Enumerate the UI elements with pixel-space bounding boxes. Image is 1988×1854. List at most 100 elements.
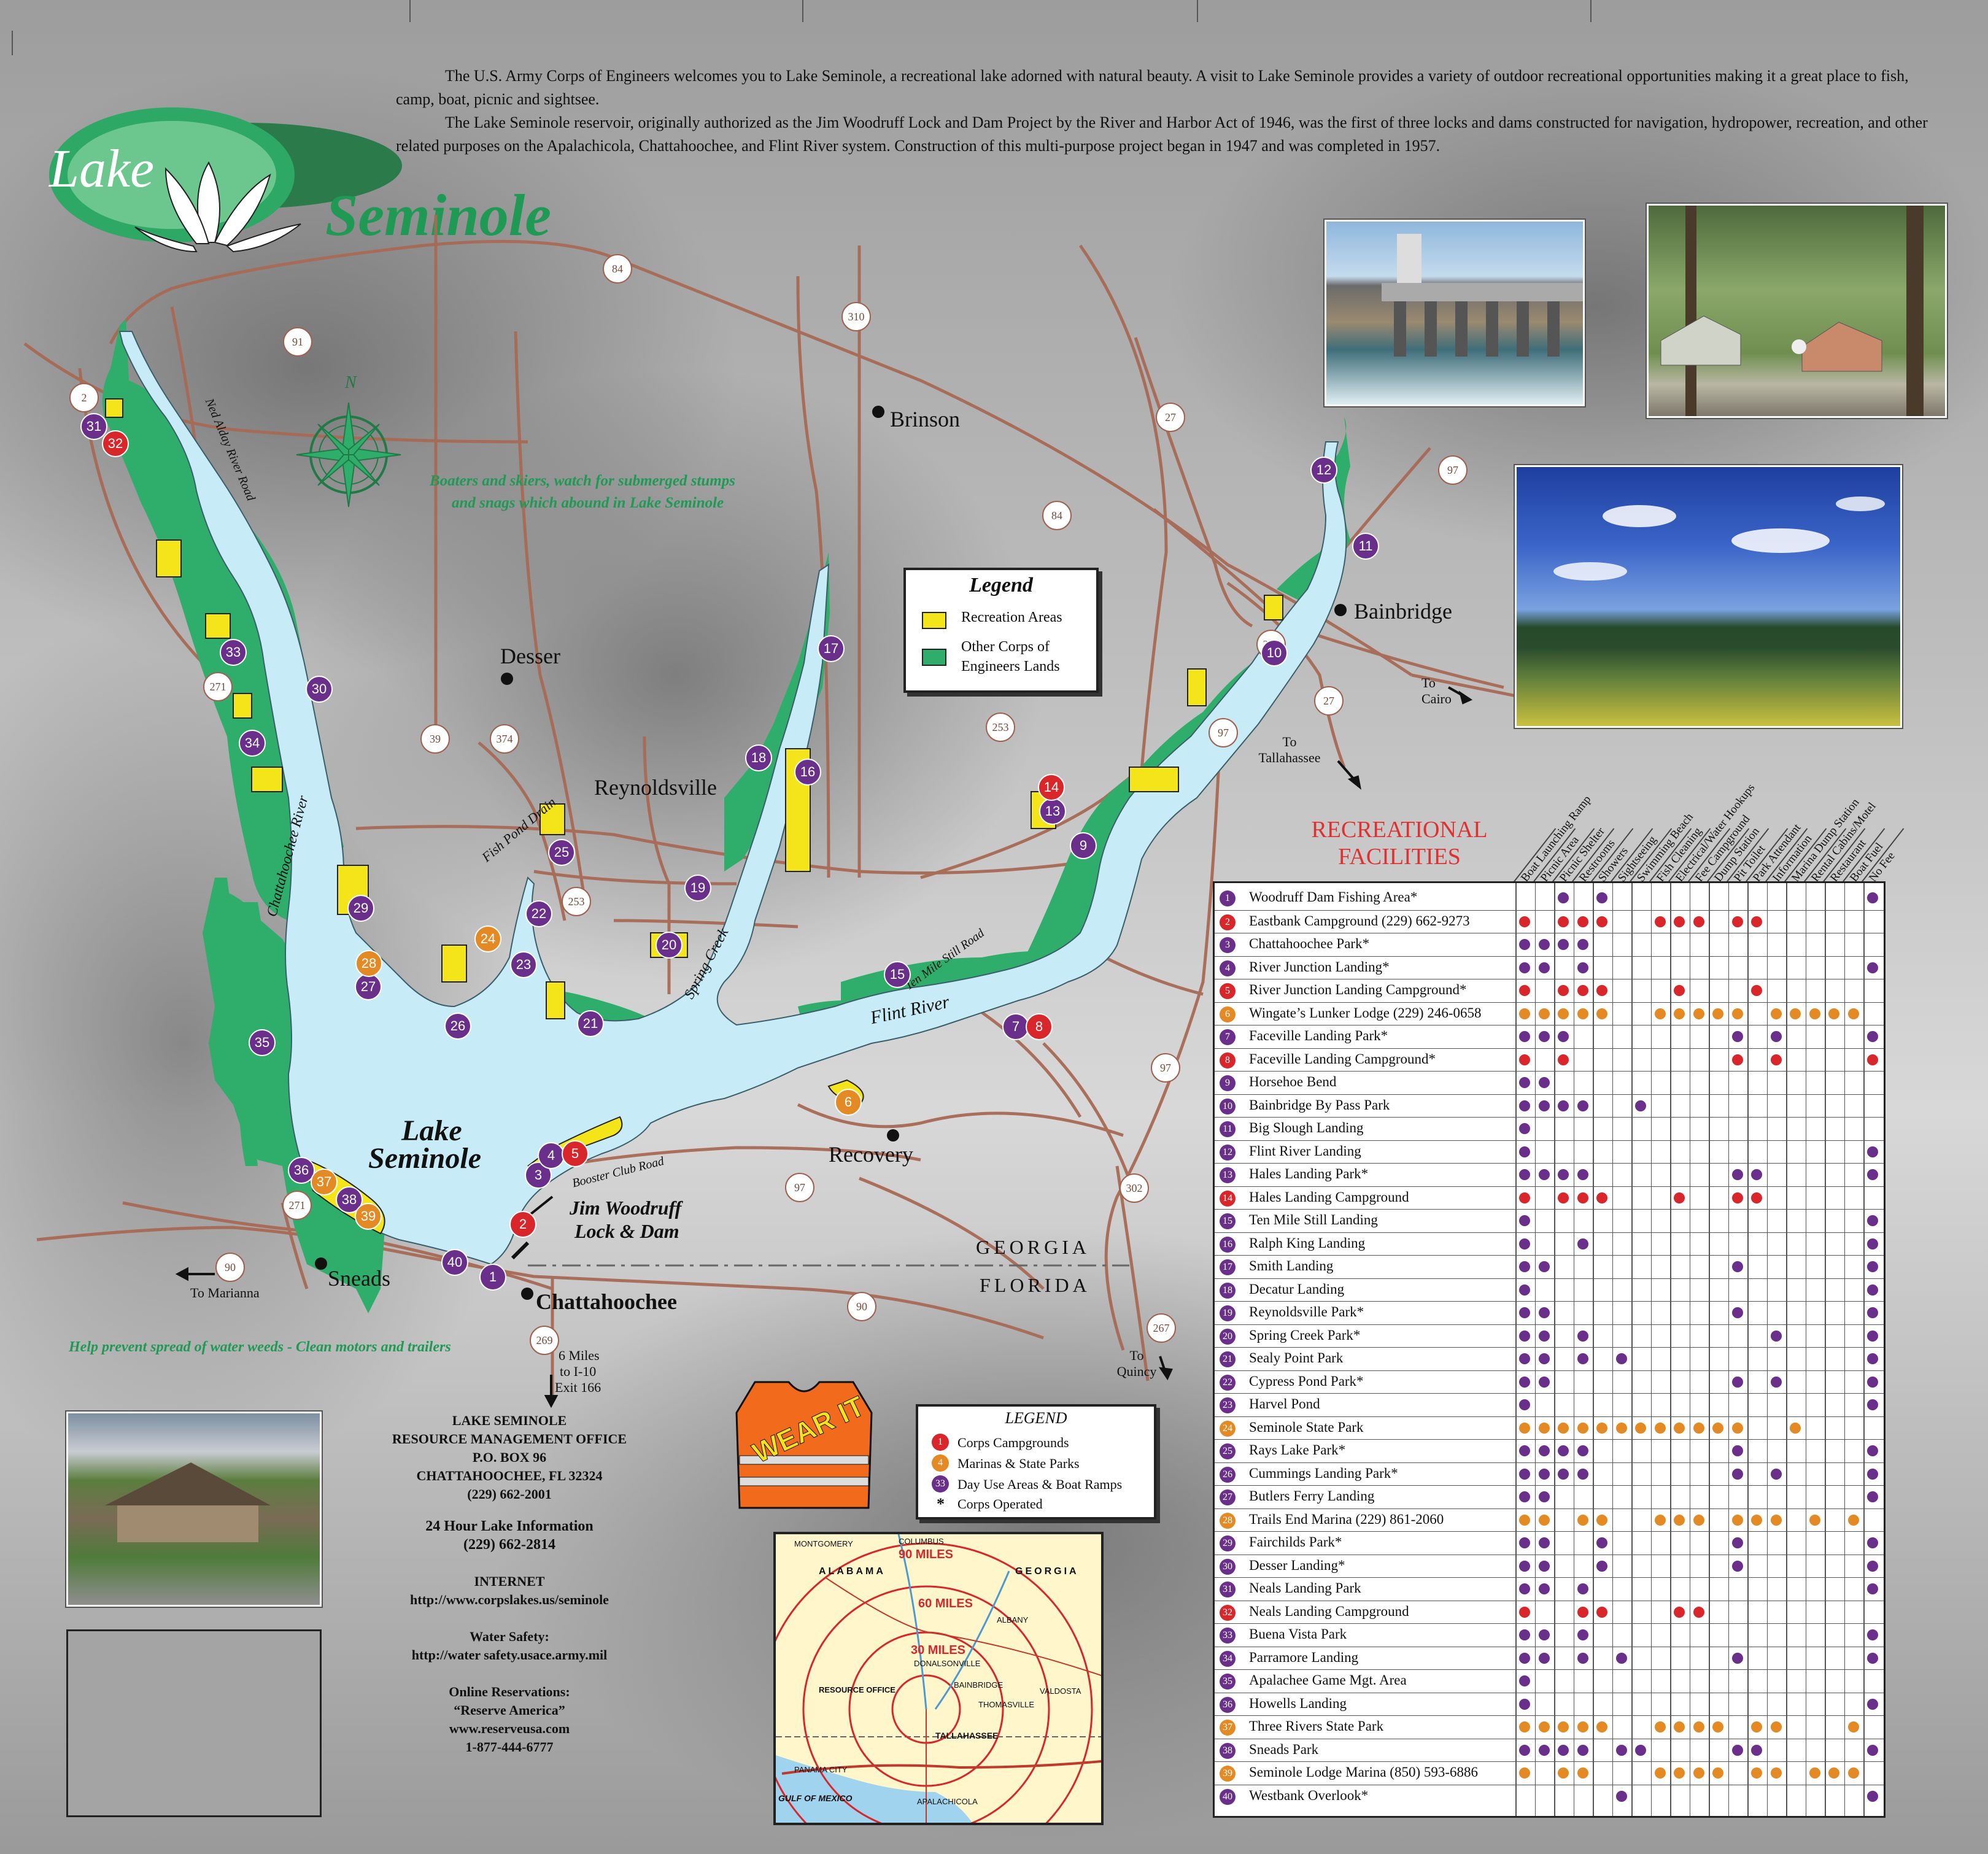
facility-available-dot	[1731, 1468, 1743, 1480]
site-marker-27[interactable]: 27	[355, 973, 382, 1000]
site-marker-20[interactable]: 20	[656, 932, 683, 959]
site-marker-25[interactable]: 25	[548, 839, 575, 866]
facility-available-dot	[1867, 1399, 1878, 1410]
facility-available-dot	[1519, 1376, 1530, 1388]
facility-name: Decatur Landing	[1249, 1281, 1345, 1297]
office-photo	[66, 1412, 322, 1607]
site-marker-21[interactable]: 21	[577, 1010, 604, 1037]
site-marker-33[interactable]: 33	[220, 639, 247, 666]
site-marker-32[interactable]: 32	[102, 430, 129, 457]
facility-available-dot	[1635, 1100, 1646, 1111]
facility-available-dot	[1847, 1514, 1859, 1526]
facility-row-40: 40 Westbank Overlook*	[1215, 1784, 1884, 1809]
facility-available-dot	[1770, 1054, 1782, 1065]
site-marker-12[interactable]: 12	[1310, 457, 1337, 484]
facility-available-dot	[1712, 1767, 1723, 1779]
site-marker-8[interactable]: 8	[1026, 1013, 1053, 1040]
facility-number-badge: 20	[1220, 1328, 1236, 1345]
to-cairo: To Cairo	[1421, 675, 1452, 706]
facility-row-23: 23 Harvel Pond	[1215, 1393, 1884, 1417]
facility-available-dot	[1577, 962, 1588, 973]
facility-available-dot	[1577, 1629, 1588, 1640]
facility-available-dot	[1596, 892, 1607, 903]
facility-name: Desser Landing*	[1249, 1557, 1345, 1573]
site-marker-5[interactable]: 5	[562, 1140, 589, 1167]
facility-available-dot	[1596, 1514, 1607, 1526]
facility-available-dot	[1731, 1445, 1743, 1456]
inset-tallahassee: TALLAHASSEE	[935, 1731, 999, 1740]
highway-shield-39: 39	[420, 724, 450, 754]
facility-available-dot	[1558, 1054, 1569, 1065]
facility-available-dot	[1558, 1721, 1569, 1732]
facility-available-dot	[1519, 1675, 1530, 1686]
site-marker-13[interactable]: 13	[1039, 798, 1066, 825]
site-marker-11[interactable]: 11	[1352, 533, 1379, 560]
facility-available-dot	[1538, 1077, 1550, 1088]
site-marker-9[interactable]: 9	[1070, 832, 1097, 859]
tent-art	[1660, 206, 1924, 416]
facility-available-dot	[1867, 1790, 1878, 1802]
site-marker-23[interactable]: 23	[510, 951, 537, 978]
facility-available-dot	[1558, 1008, 1569, 1019]
site-marker-19[interactable]: 19	[684, 875, 711, 902]
facility-available-dot	[1577, 1583, 1588, 1594]
facility-available-dot	[1558, 939, 1569, 950]
site-marker-18[interactable]: 18	[745, 744, 772, 771]
legend2-title: LEGEND	[1005, 1409, 1067, 1427]
site-marker-29[interactable]: 29	[347, 895, 374, 922]
facility-number-badge: 31	[1220, 1582, 1236, 1597]
site-marker-35[interactable]: 35	[249, 1029, 276, 1056]
site-marker-4[interactable]: 4	[538, 1142, 565, 1169]
facility-available-dot	[1577, 1422, 1588, 1434]
facility-available-dot	[1519, 1307, 1530, 1318]
facility-available-dot	[1577, 1744, 1588, 1756]
highway-shield-97: 97	[1209, 718, 1238, 747]
facility-available-dot	[1519, 985, 1530, 996]
site-marker-24[interactable]: 24	[474, 925, 501, 952]
highway-shield-97: 97	[1151, 1053, 1180, 1083]
asterisk-marker: *	[937, 1495, 945, 1513]
lily-pads-photo	[1515, 465, 1902, 728]
facility-available-dot	[1731, 1560, 1743, 1572]
facility-available-dot	[1519, 939, 1530, 950]
site-marker-22[interactable]: 22	[525, 900, 552, 927]
reservations-name: “Reserve America”	[454, 1702, 565, 1718]
facility-available-dot	[1770, 1721, 1782, 1732]
facility-name: River Junction Landing*	[1249, 959, 1390, 975]
facilities-title-2: FACILITIES	[1338, 844, 1461, 870]
map-legend: Legend Recreation Areas Other Corps of E…	[903, 568, 1099, 693]
facility-available-dot	[1731, 1307, 1743, 1318]
town-sneads: Sneads	[328, 1266, 390, 1291]
facility-name: Hales Landing Campground	[1249, 1189, 1409, 1205]
facility-number-badge: 36	[1220, 1696, 1236, 1713]
site-marker-26[interactable]: 26	[444, 1013, 471, 1040]
site-marker-40[interactable]: 40	[441, 1249, 468, 1276]
site-marker-16[interactable]: 16	[794, 759, 821, 786]
site-marker-1[interactable]: 1	[479, 1264, 506, 1291]
facility-name: Neals Landing Campground	[1249, 1603, 1409, 1619]
highway-shield-91: 91	[283, 327, 312, 357]
facility-row-34: 34 Parramore Landing	[1215, 1646, 1884, 1671]
facility-available-dot	[1558, 892, 1569, 903]
site-marker-6[interactable]: 6	[835, 1089, 862, 1116]
site-marker-15[interactable]: 15	[884, 961, 911, 988]
site-marker-37[interactable]: 37	[311, 1168, 338, 1195]
site-marker-2[interactable]: 2	[509, 1211, 536, 1238]
facility-available-dot	[1635, 1744, 1646, 1756]
site-marker-30[interactable]: 30	[306, 676, 333, 703]
site-marker-10[interactable]: 10	[1261, 639, 1288, 666]
facility-available-dot	[1519, 1721, 1530, 1732]
site-marker-17[interactable]: 17	[818, 635, 845, 662]
site-marker-28[interactable]: 28	[355, 950, 382, 977]
legend-title: Legend	[969, 574, 1033, 597]
facility-number-badge: 21	[1220, 1351, 1236, 1367]
office-line-3: P.O. BOX 96	[472, 1450, 547, 1465]
facility-available-dot	[1577, 1330, 1588, 1342]
facility-name: Ten Mile Still Landing	[1249, 1212, 1378, 1227]
facility-name: Apalachee Game Mgt. Area	[1249, 1672, 1407, 1688]
site-marker-14[interactable]: 14	[1038, 774, 1065, 801]
facility-available-dot	[1847, 1721, 1859, 1732]
facility-available-dot	[1751, 916, 1762, 927]
site-marker-34[interactable]: 34	[239, 730, 266, 757]
site-marker-39[interactable]: 39	[355, 1203, 382, 1230]
